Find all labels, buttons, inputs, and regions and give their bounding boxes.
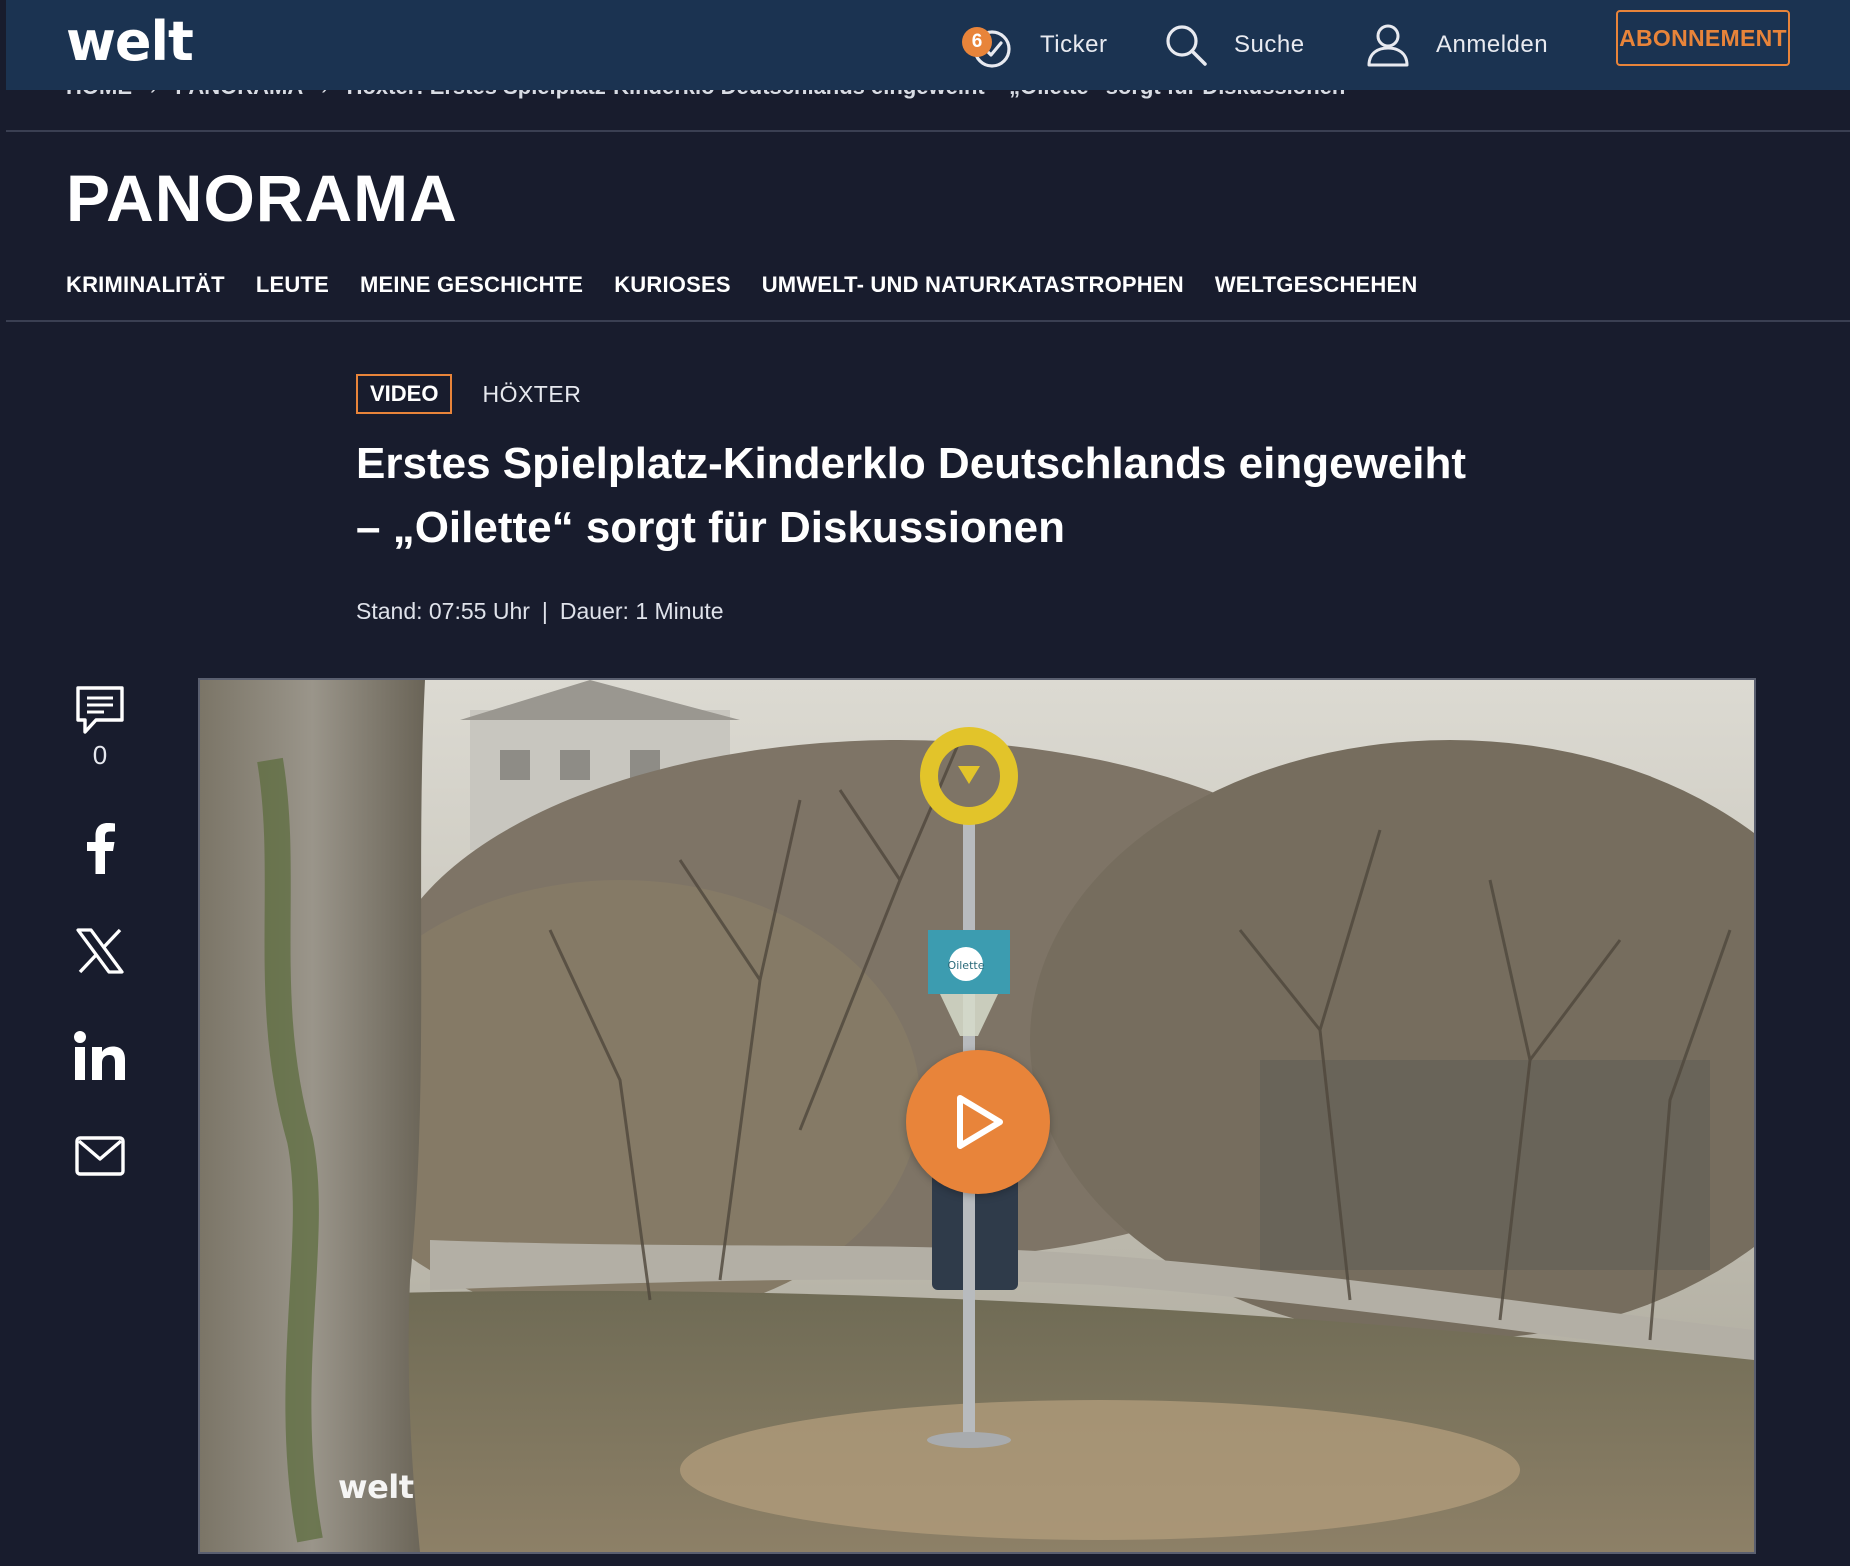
welt-logo[interactable]: welt [66,12,194,72]
article-duration: Dauer: 1 Minute [559,598,724,624]
ticker-icon: 6 [962,21,1014,69]
search-icon [1166,25,1207,66]
linkedin-share-button[interactable] [70,1030,130,1082]
subnav-item-kurioses[interactable]: KURIOSES [614,272,731,298]
comment-icon [76,686,124,734]
oilette-sign-text: Oilette [948,959,985,972]
ticker-badge: 6 [962,27,992,57]
section-title[interactable]: PANORAMA [66,160,458,236]
headline-line-2: – „Oilette“ sorgt für Diskussionen [356,503,1066,552]
divider [6,130,1850,132]
comment-count: 0 [92,740,108,770]
facebook-share-button[interactable] [70,822,130,874]
headline-line-1: Erstes Spielplatz-Kinderklo Deutschlands… [356,439,1467,488]
divider [6,320,1850,322]
article-kicker: VIDEO HÖXTER [356,374,581,414]
section-subnav: KRIMINALITÄT LEUTE MEINE GESCHICHTE KURI… [66,272,1417,298]
x-icon [76,928,124,974]
subnav-item-meine-geschichte[interactable]: MEINE GESCHICHTE [360,272,583,298]
welt-watermark: welt [338,1468,414,1506]
subnav-item-umwelt[interactable]: UMWELT- UND NATURKATASTROPHEN [762,272,1184,298]
login-button[interactable]: Anmelden [1366,0,1548,90]
subnav-item-leute[interactable]: LEUTE [256,272,329,298]
video-player[interactable]: Oilette welt [198,678,1756,1554]
linkedin-icon [74,1031,125,1080]
search-label: Suche [1234,31,1305,58]
login-label: Anmelden [1436,31,1549,58]
mail-share-button[interactable] [70,1136,130,1176]
mail-icon [75,1136,125,1176]
ticker-label: Ticker [1040,31,1108,58]
comments-button[interactable] [70,684,130,738]
user-icon [1367,24,1409,67]
video-tag: VIDEO [356,374,453,414]
x-share-button[interactable] [70,928,130,974]
top-header: welt 6 Ticker Suche Anmelden ABONNEMENT [6,0,1850,90]
article-meta: Stand: 07:55 Uhr | Dauer: 1 Minute [356,598,724,625]
ticker-button[interactable]: 6 Ticker [962,0,1108,90]
facebook-icon [87,823,115,874]
search-button[interactable]: Suche [1164,0,1305,90]
article-stand: Stand: 07:55 Uhr [356,598,530,624]
subnav-item-kriminalitaet[interactable]: KRIMINALITÄT [66,272,225,298]
article-location: HÖXTER [482,380,582,407]
article-headline: Erstes Spielplatz-Kinderklo Deutschlands… [356,432,1616,560]
play-icon [957,1095,1003,1149]
subscribe-button[interactable]: ABONNEMENT [1616,10,1790,66]
watermark-text: welt [338,1468,414,1506]
subnav-item-weltgeschehen[interactable]: WELTGESCHEHEN [1215,272,1418,298]
play-button[interactable] [906,1050,1050,1194]
meta-separator: | [541,598,548,624]
